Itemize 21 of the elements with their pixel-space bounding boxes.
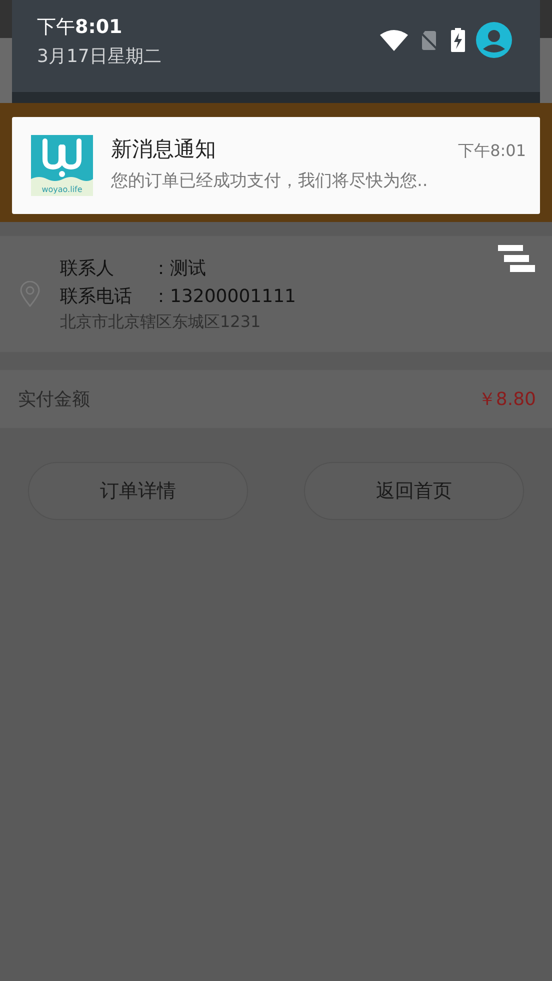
action-button[interactable]: 返回首页 (304, 462, 524, 520)
location-pin-icon (20, 281, 40, 307)
user-avatar-icon[interactable] (476, 22, 512, 58)
notification-time: 下午8:01 (458, 141, 526, 162)
notification-card[interactable]: woyao.life 新消息通知 下午8:01 您的订单已经成功支付，我们将尽快为您.. (12, 117, 540, 214)
date: 3月17日星期二 (37, 45, 162, 68)
notification-title: 新消息通知 (111, 136, 216, 163)
menu-icon[interactable] (498, 245, 536, 273)
action-button[interactable]: 订单详情 (28, 462, 248, 520)
battery-charging-icon[interactable] (450, 28, 466, 52)
notification-text: 您的订单已经成功支付，我们将尽快为您.. (111, 170, 429, 192)
contact-value: ：13200001111 (152, 284, 296, 308)
amount-value: ￥8.80 (478, 388, 536, 411)
logo-mark-icon (31, 135, 93, 183)
clock: 下午8:01 (37, 15, 124, 40)
contact-value: ：测试 (152, 256, 206, 280)
amount-label: 实付金额 (18, 388, 90, 411)
contact-label: 联系人 (60, 256, 115, 280)
contact-label: 联系电话 (60, 284, 133, 308)
logo-caption: woyao.life (40, 184, 84, 196)
wifi-icon[interactable] (380, 29, 408, 51)
